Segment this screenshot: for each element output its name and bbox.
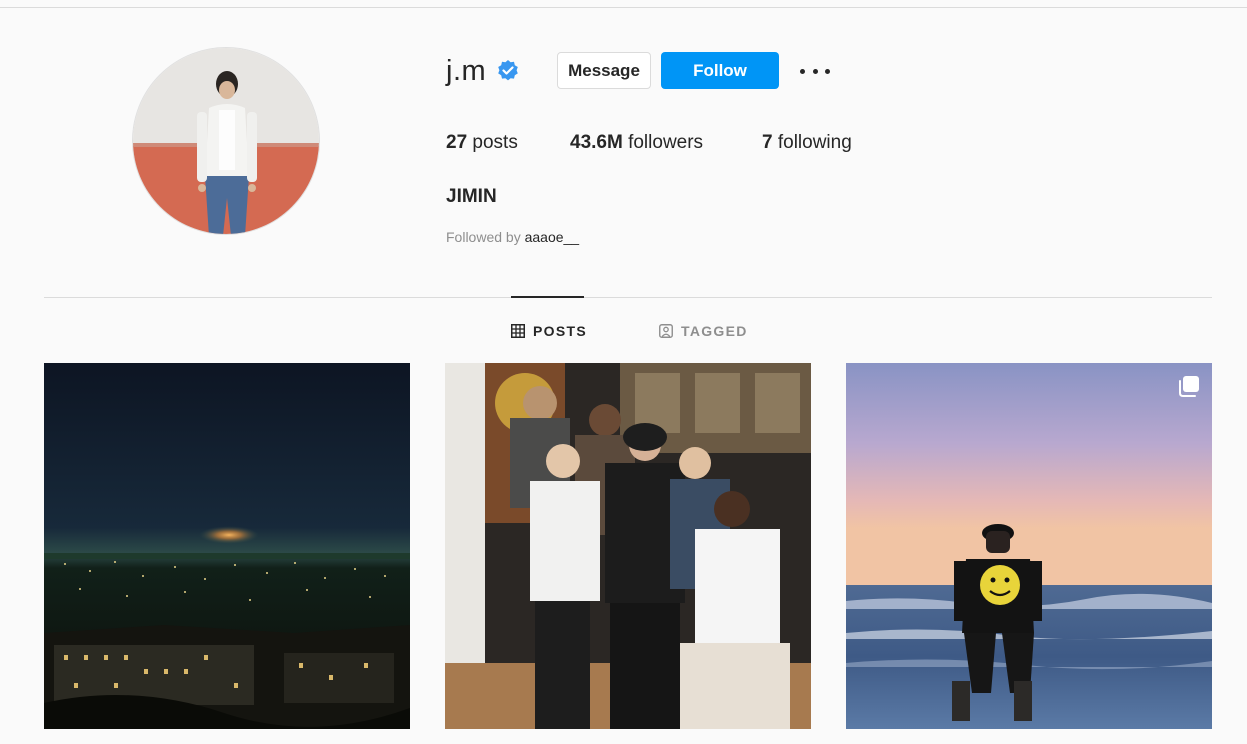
tab-tagged[interactable]: TAGGED: [659, 321, 748, 341]
posts-count: 27: [446, 132, 468, 153]
verified-badge-icon: [496, 59, 520, 83]
username: j.m: [446, 55, 487, 87]
follow-button[interactable]: Follow: [661, 52, 779, 89]
following-stat[interactable]: 7 following: [762, 130, 852, 156]
display-name: JIMIN: [446, 186, 497, 207]
multiple-photos-icon: [1178, 375, 1200, 397]
followed-by-user: aaaoe__: [524, 229, 580, 245]
followed-by-prefix: Followed by: [446, 229, 525, 245]
grid-icon: [511, 324, 525, 338]
tagged-person-icon: [659, 324, 673, 338]
post-thumbnail-1[interactable]: [44, 363, 410, 729]
active-tab-indicator: [511, 296, 584, 298]
followers-count: 43.6M: [570, 132, 623, 153]
message-button[interactable]: Message: [557, 52, 651, 89]
post-thumbnail-2[interactable]: [445, 363, 811, 729]
dot: [800, 68, 805, 74]
posts-label: posts: [467, 132, 518, 153]
followers-label: followers: [622, 132, 704, 153]
username-row: j.m: [446, 52, 520, 90]
dot: [812, 68, 818, 74]
post-thumbnail-3[interactable]: [846, 363, 1212, 729]
following-label: following: [772, 132, 852, 153]
tab-tagged-label: TAGGED: [681, 323, 748, 339]
top-border: [0, 7, 1247, 8]
followers-stat[interactable]: 43.6M followers: [570, 130, 703, 156]
followed-by[interactable]: Followed by aaaoe__: [446, 228, 579, 246]
tab-posts[interactable]: POSTS: [511, 321, 587, 341]
dot: [825, 68, 830, 74]
more-options-icon[interactable]: [800, 60, 830, 82]
tabs-divider: [44, 297, 1212, 298]
tab-posts-label: POSTS: [533, 323, 587, 339]
following-count: 7: [762, 132, 773, 153]
profile-avatar[interactable]: [132, 47, 320, 235]
posts-count-stat: 27 posts: [446, 130, 518, 156]
